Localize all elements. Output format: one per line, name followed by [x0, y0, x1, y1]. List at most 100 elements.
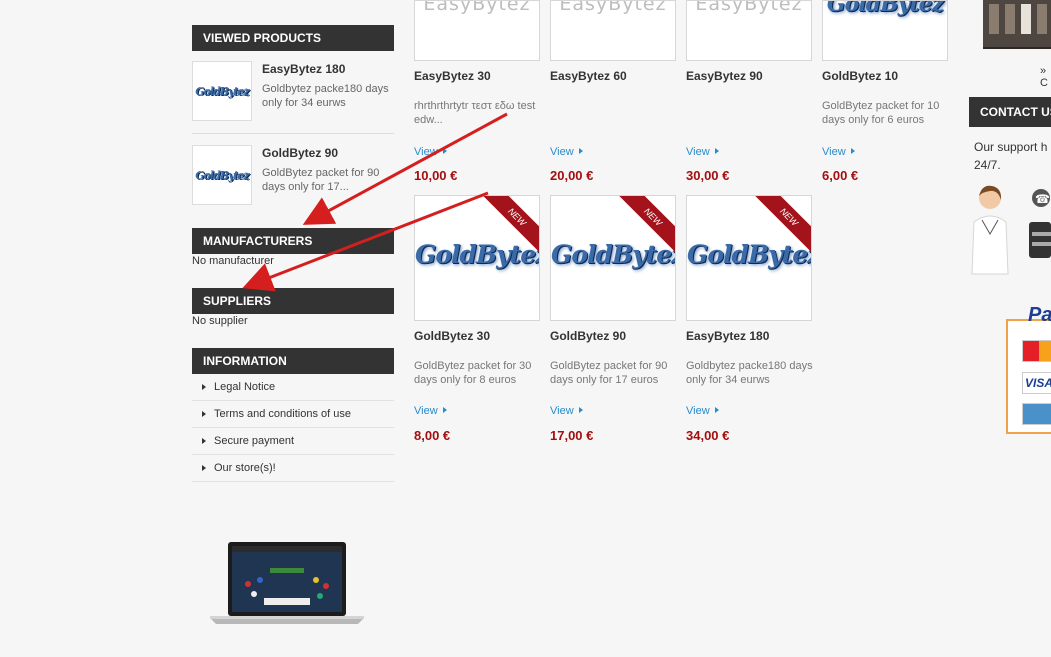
product-price: 6,00 € — [822, 168, 859, 183]
info-link-label[interactable]: Secure payment — [214, 435, 294, 447]
viewed-product-item[interactable]: GoldBytez EasyBytez 180 Goldbytez packe1… — [192, 61, 394, 137]
bullet-arrow-icon — [202, 384, 206, 390]
product-image[interactable]: GoldBytez NEW — [414, 195, 540, 321]
view-link[interactable]: View — [414, 146, 447, 158]
product-image[interactable]: EasyBytez — [414, 0, 540, 61]
no-manufacturer-text: No manufacturer — [192, 255, 274, 267]
info-link-label[interactable]: Our store(s)! — [214, 462, 276, 474]
product-image[interactable]: GoldBytez — [822, 0, 948, 61]
product-description: GoldBytez packet for 90 days only for 17… — [550, 360, 668, 386]
product-name[interactable]: GoldBytez 10 — [822, 69, 898, 83]
info-link-terms[interactable]: Terms and conditions of use — [192, 401, 394, 428]
product-image[interactable]: EasyBytez — [686, 0, 812, 61]
bullet-arrow-icon — [202, 465, 206, 471]
information-title: INFORMATION — [192, 348, 394, 374]
product-price: 30,00 € — [686, 168, 730, 183]
bullet-arrow-icon — [202, 438, 206, 444]
view-link[interactable]: View — [822, 146, 855, 158]
info-link-secure-payment[interactable]: Secure payment — [192, 428, 394, 455]
product-name[interactable]: GoldBytez 90 — [550, 329, 626, 343]
info-link-legal-notice[interactable]: Legal Notice — [192, 374, 394, 401]
product-image[interactable]: GoldBytez NEW — [550, 195, 676, 321]
support-agent-image: ☎ — [971, 185, 1051, 275]
product-name[interactable]: GoldBytez 30 — [414, 329, 490, 343]
store-link[interactable]: » C — [1040, 65, 1051, 89]
product-name[interactable]: EasyBytez 30 — [414, 69, 491, 83]
arrow-right-icon — [714, 407, 719, 414]
view-link[interactable]: View — [686, 405, 719, 417]
no-supplier-text: No supplier — [192, 315, 248, 327]
view-label[interactable]: View — [686, 146, 710, 158]
product-image[interactable]: EasyBytez — [550, 0, 676, 61]
product-price: 8,00 € — [414, 428, 451, 443]
view-label[interactable]: View — [822, 146, 846, 158]
product-price: 17,00 € — [550, 428, 594, 443]
arrow-right-icon — [850, 148, 855, 155]
contact-us-title: CONTACT US — [969, 97, 1051, 127]
goldbytez-logo: GoldBytez — [195, 168, 250, 182]
view-link[interactable]: View — [550, 405, 583, 417]
visa-icon: VISA — [1022, 372, 1051, 394]
mastercard-icon — [1022, 340, 1051, 362]
product-name[interactable]: EasyBytez 90 — [686, 69, 763, 83]
viewed-products-title: VIEWED PRODUCTS — [192, 25, 394, 51]
info-link-stores[interactable]: Our store(s)! — [192, 455, 394, 482]
info-link-label[interactable]: Legal Notice — [214, 381, 275, 393]
info-link-label[interactable]: Terms and conditions of use — [214, 408, 351, 420]
product-name[interactable]: EasyBytez 180 — [686, 329, 769, 343]
goldbytez-logo: GoldBytez — [687, 240, 812, 269]
viewed-product-name[interactable]: EasyBytez 180 — [262, 62, 345, 76]
product-price: 34,00 € — [686, 428, 730, 443]
view-link[interactable]: View — [414, 405, 447, 417]
visa-wordmark: VISA — [1025, 376, 1051, 390]
easybytez-logo: EasyBytez — [695, 0, 803, 15]
easybytez-logo: EasyBytez — [423, 0, 531, 15]
goldbytez-logo: GoldBytez — [415, 240, 540, 269]
suppliers-title[interactable]: SUPPLIERS — [192, 288, 394, 314]
product-thumbnail[interactable]: GoldBytez — [192, 145, 252, 205]
store-photo[interactable] — [983, 0, 1051, 49]
viewed-product-item[interactable]: GoldBytez GoldBytez 90 GoldBytez packet … — [192, 145, 394, 221]
arrow-right-icon — [578, 148, 583, 155]
amex-icon — [1022, 403, 1051, 425]
product-price: 10,00 € — [414, 168, 458, 183]
goldbytez-logo: GoldBytez — [826, 0, 944, 17]
product-description: GoldBytez packet for 10 days only for 6 … — [822, 100, 940, 126]
goldbytez-logo: GoldBytez — [195, 84, 250, 98]
arrow-right-icon — [442, 407, 447, 414]
laptop-banner-image[interactable] — [208, 540, 366, 628]
support-text: Our support h 24/7. — [974, 138, 1051, 174]
manufacturers-title[interactable]: MANUFACTURERS — [192, 228, 394, 254]
bullet-arrow-icon — [202, 411, 206, 417]
view-label[interactable]: View — [686, 405, 710, 417]
window-shape — [989, 4, 999, 34]
product-description: GoldBytez packet for 30 days only for 8 … — [414, 360, 532, 386]
window-shape — [1037, 4, 1047, 34]
product-description: rhrthrthrtytr τεστ εδω test edw... — [414, 100, 536, 126]
view-label[interactable]: View — [414, 146, 438, 158]
product-price: 20,00 € — [550, 168, 594, 183]
view-label[interactable]: View — [550, 405, 574, 417]
view-link[interactable]: View — [550, 146, 583, 158]
support-line-1: Our support h — [974, 140, 1048, 154]
view-link[interactable]: View — [686, 146, 719, 158]
viewed-product-desc: Goldbytez packe180 days only for 34 eurw… — [262, 83, 389, 109]
window-shape — [1005, 4, 1015, 34]
view-label[interactable]: View — [414, 405, 438, 417]
divider — [192, 133, 394, 134]
product-image[interactable]: GoldBytez NEW — [686, 195, 812, 321]
information-list: Legal Notice Terms and conditions of use… — [192, 374, 394, 482]
viewed-product-desc: GoldBytez packet for 90 days only for 17… — [262, 167, 380, 193]
product-thumbnail[interactable]: GoldBytez — [192, 61, 252, 121]
support-line-2: 24/7. — [974, 158, 1001, 172]
paypal-logo: Pa — [1028, 304, 1051, 326]
arrow-right-icon — [714, 148, 719, 155]
viewed-product-name[interactable]: GoldBytez 90 — [262, 146, 338, 160]
product-description: Goldbytez packe180 days only for 34 eurw… — [686, 360, 813, 386]
arrow-right-icon — [578, 407, 583, 414]
product-name[interactable]: EasyBytez 60 — [550, 69, 627, 83]
window-shape — [1021, 4, 1031, 34]
view-label[interactable]: View — [550, 146, 574, 158]
arrow-right-icon — [442, 148, 447, 155]
easybytez-logo: EasyBytez — [559, 0, 667, 15]
